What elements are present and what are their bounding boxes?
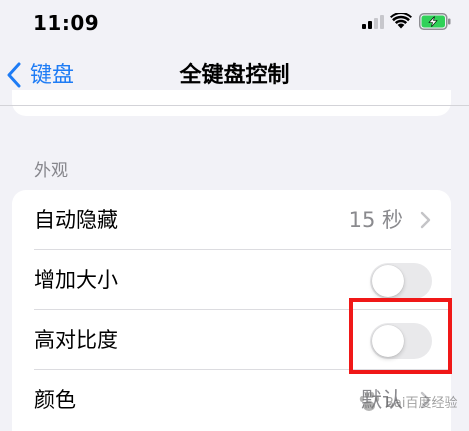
row-color[interactable]: 颜色 默认 [12,370,451,430]
row-value: 默认 [361,388,403,412]
back-button[interactable]: 键盘 [0,54,110,98]
row-label: 自动隐藏 [34,208,118,232]
status-bar: 11:09 [0,0,469,46]
battery-charging-icon [419,13,451,30]
row-auto-hide[interactable]: 自动隐藏 15 秒 [12,190,451,250]
row-high-contrast: 高对比度 [12,310,451,370]
nav-divider [0,105,469,106]
toggle-knob [372,325,404,357]
row-increase-size: 增加大小 [12,250,451,310]
chevron-right-icon [420,391,431,409]
increase-size-toggle[interactable] [370,263,432,299]
screen: 11:09 全键盘控制 键盘 外观 自动隐藏 15 秒 增加大小 高对比度 颜色… [0,0,469,431]
row-value: 15 秒 [348,208,403,232]
appearance-settings-group: 自动隐藏 15 秒 增加大小 高对比度 颜色 默认 [12,190,451,431]
cellular-signal-icon [362,15,384,29]
row-label: 增加大小 [34,268,118,292]
chevron-left-icon [7,62,21,88]
row-label: 高对比度 [34,328,118,352]
section-header-appearance: 外观 [34,161,68,181]
back-button-label: 键盘 [30,63,75,88]
wifi-icon [390,13,412,29]
navigation-bar: 全键盘控制 键盘 [0,46,469,106]
high-contrast-toggle[interactable] [370,323,432,359]
row-label: 颜色 [34,388,76,412]
toggle-knob [372,265,404,297]
chevron-right-icon [420,211,431,229]
status-time: 11:09 [33,11,100,35]
